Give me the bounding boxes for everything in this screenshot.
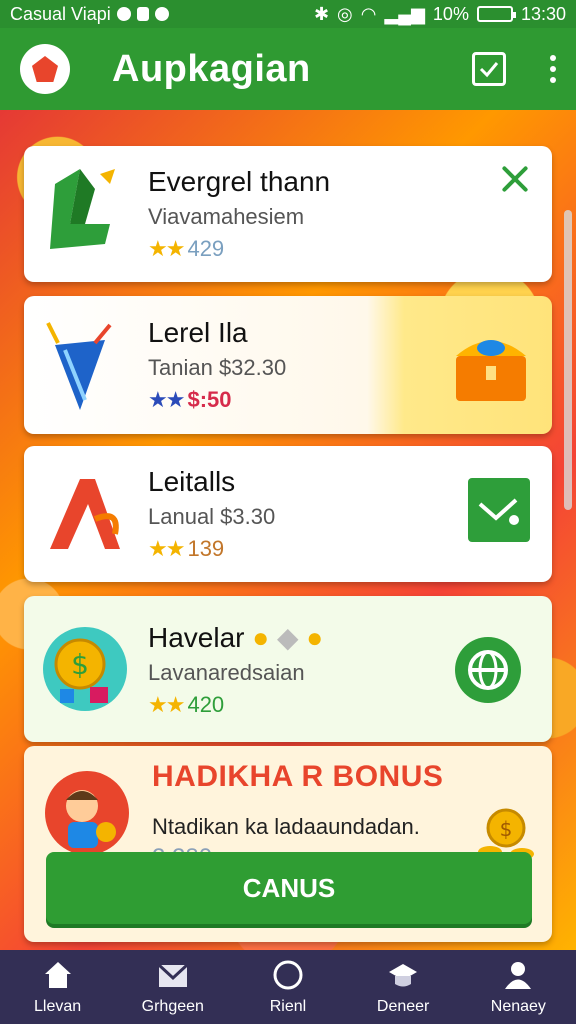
card-rating: ★★ 429: [148, 236, 330, 262]
notification-icon: [116, 7, 131, 21]
rating-value: 429: [187, 236, 225, 261]
bluetooth-icon: ✱: [313, 3, 330, 24]
game-thumbnail: [40, 464, 130, 564]
more-dot: [550, 77, 556, 83]
game-thumbnail: [40, 315, 130, 415]
battery-percent: 10%: [432, 3, 469, 24]
card-subtitle: Viavamahesiem: [148, 204, 305, 229]
more-menu-button[interactable]: [550, 55, 556, 83]
card-title: Leitalls: [148, 466, 236, 497]
nav-item-profile[interactable]: Nenaey: [463, 958, 573, 1016]
letter-a-icon: [50, 479, 120, 549]
nav-label: Rienl: [269, 998, 307, 1015]
globe-icon: [455, 637, 521, 703]
card-subtitle: Tanian $32.30: [148, 355, 287, 380]
battery-icon: [476, 6, 516, 22]
nav-label: Grhgeen: [141, 998, 204, 1015]
logo-icon: [32, 56, 58, 82]
status-app-name: Casual Viapi: [10, 3, 111, 24]
wifi-icon: ◠: [360, 3, 377, 24]
nav-item-home[interactable]: Llevan: [3, 958, 113, 1016]
person-icon: [505, 962, 532, 989]
check-icon: [479, 62, 499, 78]
svg-text:$: $: [71, 648, 89, 681]
rating-value: $:50: [187, 387, 232, 412]
character-icon: [45, 771, 129, 855]
app-title: Aupkagian: [112, 47, 311, 90]
nav-item-hat[interactable]: Deneer: [348, 958, 458, 1016]
svg-text:$: $: [500, 817, 513, 841]
rating-value: 420: [187, 691, 225, 717]
card-title-text: Havelar: [148, 621, 245, 653]
nav-label: Nenaey: [490, 998, 546, 1015]
rating-value: 139: [187, 536, 225, 561]
globe-button[interactable]: [454, 636, 522, 709]
coin-icon: ●: [252, 621, 270, 653]
card-rating: ★★ $:50: [148, 387, 286, 413]
card-rating: ★★ 420: [148, 692, 323, 718]
treasure-chest-icon[interactable]: [446, 326, 536, 411]
cta-button[interactable]: CANUS: [46, 852, 532, 924]
card-subtitle: Lavanaredsaian: [148, 659, 305, 685]
bonus-card[interactable]: HADIKHA R BONUS Ntadikan ka ladaaundadan…: [24, 746, 552, 942]
home-icon: [44, 962, 71, 988]
mail-icon: [157, 963, 188, 987]
game-list[interactable]: Evergrel thann Viavamahesiem ★★ 429 Lere…: [0, 110, 576, 950]
alarm-icon: ◎: [337, 3, 353, 24]
list-item[interactable]: Leitalls Lanual $3.30 ★★ 139: [24, 446, 552, 582]
party-hat-icon: [46, 322, 112, 410]
list-item[interactable]: $ Havelar ● ◆ ● Lavanaredsaian ★★ 420: [24, 596, 552, 742]
close-icon[interactable]: [500, 164, 530, 194]
dice-icon: ◆: [276, 621, 299, 653]
nav-item-circle[interactable]: Rienl: [233, 958, 343, 1016]
bonus-avatar: [44, 770, 130, 861]
card-title: Lerel Ila: [148, 317, 248, 348]
green-ribbon-icon: [50, 169, 115, 249]
game-thumbnail: [40, 164, 130, 264]
more-dot: [550, 55, 556, 61]
checkbox-button[interactable]: [472, 52, 506, 86]
status-time: 13:30: [520, 3, 566, 24]
card-rating: ★★ 139: [148, 536, 275, 562]
status-bar: Casual Viapi ✱ ◎ ◠ ▂▄▆ 10% 13:30: [0, 0, 576, 28]
more-dot: [550, 66, 556, 72]
card-title: Havelar ● ◆ ●: [148, 621, 323, 654]
star-icon: ★★: [148, 691, 185, 717]
game-thumbnail: $: [40, 619, 130, 719]
signal-icon: ▂▄▆: [384, 3, 425, 24]
app-logo[interactable]: [20, 44, 70, 94]
card-title: Evergrel thann: [148, 166, 331, 197]
scrollbar[interactable]: [564, 210, 572, 510]
shield-icon: [136, 7, 149, 21]
app-bar: Aupkagian: [0, 28, 576, 110]
star-icon: ★★: [148, 536, 185, 561]
location-icon: [154, 7, 169, 21]
card-subtitle: Lanual $3.30: [148, 504, 276, 529]
nav-label: Llevan: [34, 998, 82, 1015]
hat-icon: [389, 964, 418, 987]
list-item[interactable]: Lerel Ila Tanian $32.30 ★★ $:50: [24, 296, 552, 434]
coin-icon: ●: [306, 621, 324, 653]
star-icon: ★★: [148, 236, 185, 261]
circle-icon: [273, 960, 303, 990]
shopping-bag-icon[interactable]: [466, 474, 532, 549]
nav-label: Deneer: [376, 998, 430, 1015]
coins-icon: $: [43, 627, 127, 711]
bonus-title: HADIKHA R BONUS: [152, 760, 444, 793]
list-item[interactable]: Evergrel thann Viavamahesiem ★★ 429: [24, 146, 552, 282]
star-icon: ★★: [148, 387, 185, 412]
bottom-navigation: Llevan Grhgeen Rienl Deneer Nenaey: [0, 950, 576, 1024]
nav-item-mail[interactable]: Grhgeen: [118, 958, 228, 1016]
